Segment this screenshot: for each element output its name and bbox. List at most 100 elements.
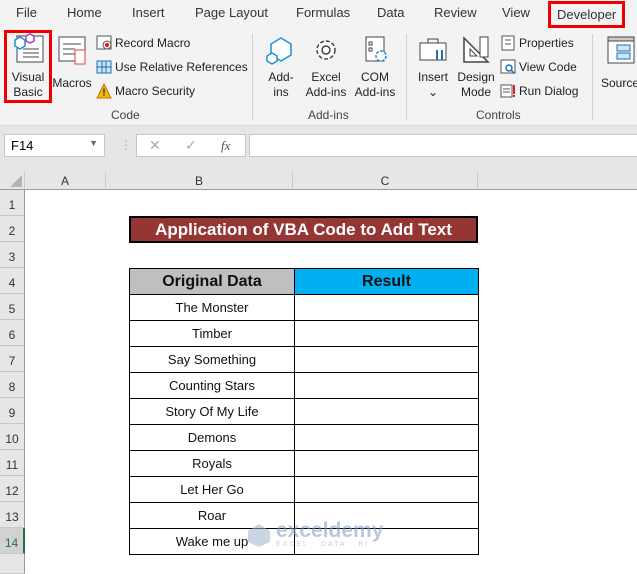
excel-add-ins-button[interactable]: Excel Add-ins: [303, 34, 349, 100]
tab-file[interactable]: File: [16, 5, 37, 20]
formula-bar-grip-icon: ⋮: [120, 138, 132, 152]
row-header-6[interactable]: 6: [0, 320, 25, 346]
macros-label: Macros: [52, 76, 92, 90]
select-all-corner[interactable]: [0, 172, 25, 190]
design-mode-label-2: Mode: [460, 85, 492, 99]
chevron-down-icon: ⌄: [427, 85, 439, 99]
name-box-dropdown-icon[interactable]: ▼: [89, 138, 98, 148]
row-header-4[interactable]: 4: [0, 268, 25, 294]
column-header-c[interactable]: C: [293, 172, 478, 190]
original-data-cell[interactable]: Let Her Go: [129, 476, 295, 503]
row-header-13[interactable]: 13: [0, 502, 25, 528]
result-cell[interactable]: [294, 476, 479, 503]
tab-page-layout[interactable]: Page Layout: [195, 5, 268, 20]
formula-bar: F14 ▼ ⋮ ✕ ✓ fx: [0, 126, 637, 172]
visual-basic-icon: [14, 33, 44, 63]
table-row: Timber: [129, 320, 479, 347]
record-macro-button[interactable]: Record Macro: [96, 34, 190, 52]
add-ins-button[interactable]: Add- ins: [262, 34, 300, 100]
row-header-15[interactable]: [0, 554, 25, 574]
use-relative-references-button[interactable]: Use Relative References: [96, 58, 248, 76]
name-box-value: F14: [11, 138, 34, 153]
row-header-8[interactable]: 8: [0, 372, 25, 398]
result-cell[interactable]: [294, 320, 479, 347]
tab-view[interactable]: View: [502, 5, 530, 20]
original-data-cell[interactable]: The Monster: [129, 294, 295, 321]
row-header-10[interactable]: 10: [0, 424, 25, 450]
sheet-title-cell[interactable]: Application of VBA Code to Add Text: [129, 216, 478, 243]
cancel-icon[interactable]: ✕: [149, 137, 161, 154]
data-table: Original Data Result The Monster Timber Sa…: [129, 268, 479, 555]
controls-group-label: Controls: [476, 108, 521, 122]
separator: [252, 34, 253, 120]
row-header-1[interactable]: 1: [0, 190, 25, 216]
source-button[interactable]: Source: [600, 34, 637, 91]
enter-icon[interactable]: ✓: [185, 137, 197, 154]
macro-security-button[interactable]: Macro Security: [96, 82, 195, 100]
ribbon-tabs: File Home Insert Page Layout Formulas Da…: [0, 0, 637, 28]
separator: [406, 34, 407, 120]
insert-function-icon[interactable]: fx: [221, 138, 230, 154]
tab-formulas[interactable]: Formulas: [296, 5, 350, 20]
code-group-label: Code: [111, 108, 140, 122]
name-box[interactable]: F14 ▼: [4, 134, 105, 157]
result-cell[interactable]: [294, 346, 479, 373]
original-data-cell[interactable]: Timber: [129, 320, 295, 347]
result-cell[interactable]: [294, 372, 479, 399]
formula-buttons: ✕ ✓ fx: [136, 134, 246, 157]
tab-insert[interactable]: Insert: [132, 5, 165, 20]
com-add-ins-button[interactable]: COM Add-ins: [352, 34, 398, 100]
formula-input[interactable]: [249, 134, 637, 157]
design-mode-label-1: Design: [457, 70, 495, 84]
macros-button[interactable]: Macros: [52, 34, 92, 91]
design-mode-icon: [463, 36, 490, 63]
column-header-d[interactable]: [478, 172, 637, 190]
row-header-12[interactable]: 12: [0, 476, 25, 502]
original-data-cell[interactable]: Story Of My Life: [129, 398, 295, 425]
result-cell[interactable]: [294, 398, 479, 425]
insert-control-button[interactable]: Insert ⌄: [414, 34, 452, 100]
column-header-b[interactable]: B: [106, 172, 293, 190]
watermark-tagline: EXCEL · DATA · BI: [276, 541, 369, 548]
result-cell[interactable]: [294, 450, 479, 477]
view-code-button[interactable]: View Code: [500, 58, 577, 76]
macros-icon: [58, 36, 86, 65]
column-header-a[interactable]: A: [25, 172, 106, 190]
tab-home[interactable]: Home: [67, 5, 102, 20]
tab-developer[interactable]: Developer: [548, 1, 626, 28]
header-original-data[interactable]: Original Data: [129, 268, 295, 295]
visual-basic-label-1: Visual: [11, 70, 45, 84]
use-relative-references-label: Use Relative References: [115, 60, 248, 74]
excel-add-ins-label-1: Excel: [311, 70, 341, 84]
result-cell[interactable]: [294, 424, 479, 451]
table-row: The Monster: [129, 294, 479, 321]
view-code-label: View Code: [519, 60, 577, 74]
original-data-cell[interactable]: Say Something: [129, 346, 295, 373]
visual-basic-label-2: Basic: [13, 85, 43, 99]
com-add-ins-icon: [365, 36, 387, 62]
original-data-cell[interactable]: Royals: [129, 450, 295, 477]
header-result[interactable]: Result: [294, 268, 479, 295]
row-header-7[interactable]: 7: [0, 346, 25, 372]
properties-button[interactable]: Properties: [500, 34, 574, 52]
visual-basic-button[interactable]: Visual Basic: [7, 32, 49, 100]
result-cell[interactable]: [294, 294, 479, 321]
macro-security-label: Macro Security: [115, 84, 196, 98]
table-row: Story Of My Life: [129, 398, 479, 425]
toolbox-icon: [419, 38, 447, 61]
ribbon: Visual Basic Macros Record Macro Use Rel…: [0, 28, 637, 126]
row-header-9[interactable]: 9: [0, 398, 25, 424]
tab-review[interactable]: Review: [434, 5, 477, 20]
row-header-14[interactable]: 14: [0, 528, 25, 554]
original-data-cell[interactable]: Counting Stars: [129, 372, 295, 399]
row-header-11[interactable]: 11: [0, 450, 25, 476]
design-mode-button[interactable]: Design Mode: [455, 34, 497, 100]
row-header-2[interactable]: 2: [0, 216, 25, 242]
row-header-3[interactable]: 3: [0, 242, 25, 268]
row-header-5[interactable]: 5: [0, 294, 25, 320]
tab-data[interactable]: Data: [377, 5, 404, 20]
com-add-ins-label-1: COM: [361, 70, 389, 84]
run-dialog-button[interactable]: Run Dialog: [500, 82, 578, 100]
original-data-cell[interactable]: Demons: [129, 424, 295, 451]
run-dialog-icon: [500, 84, 515, 98]
